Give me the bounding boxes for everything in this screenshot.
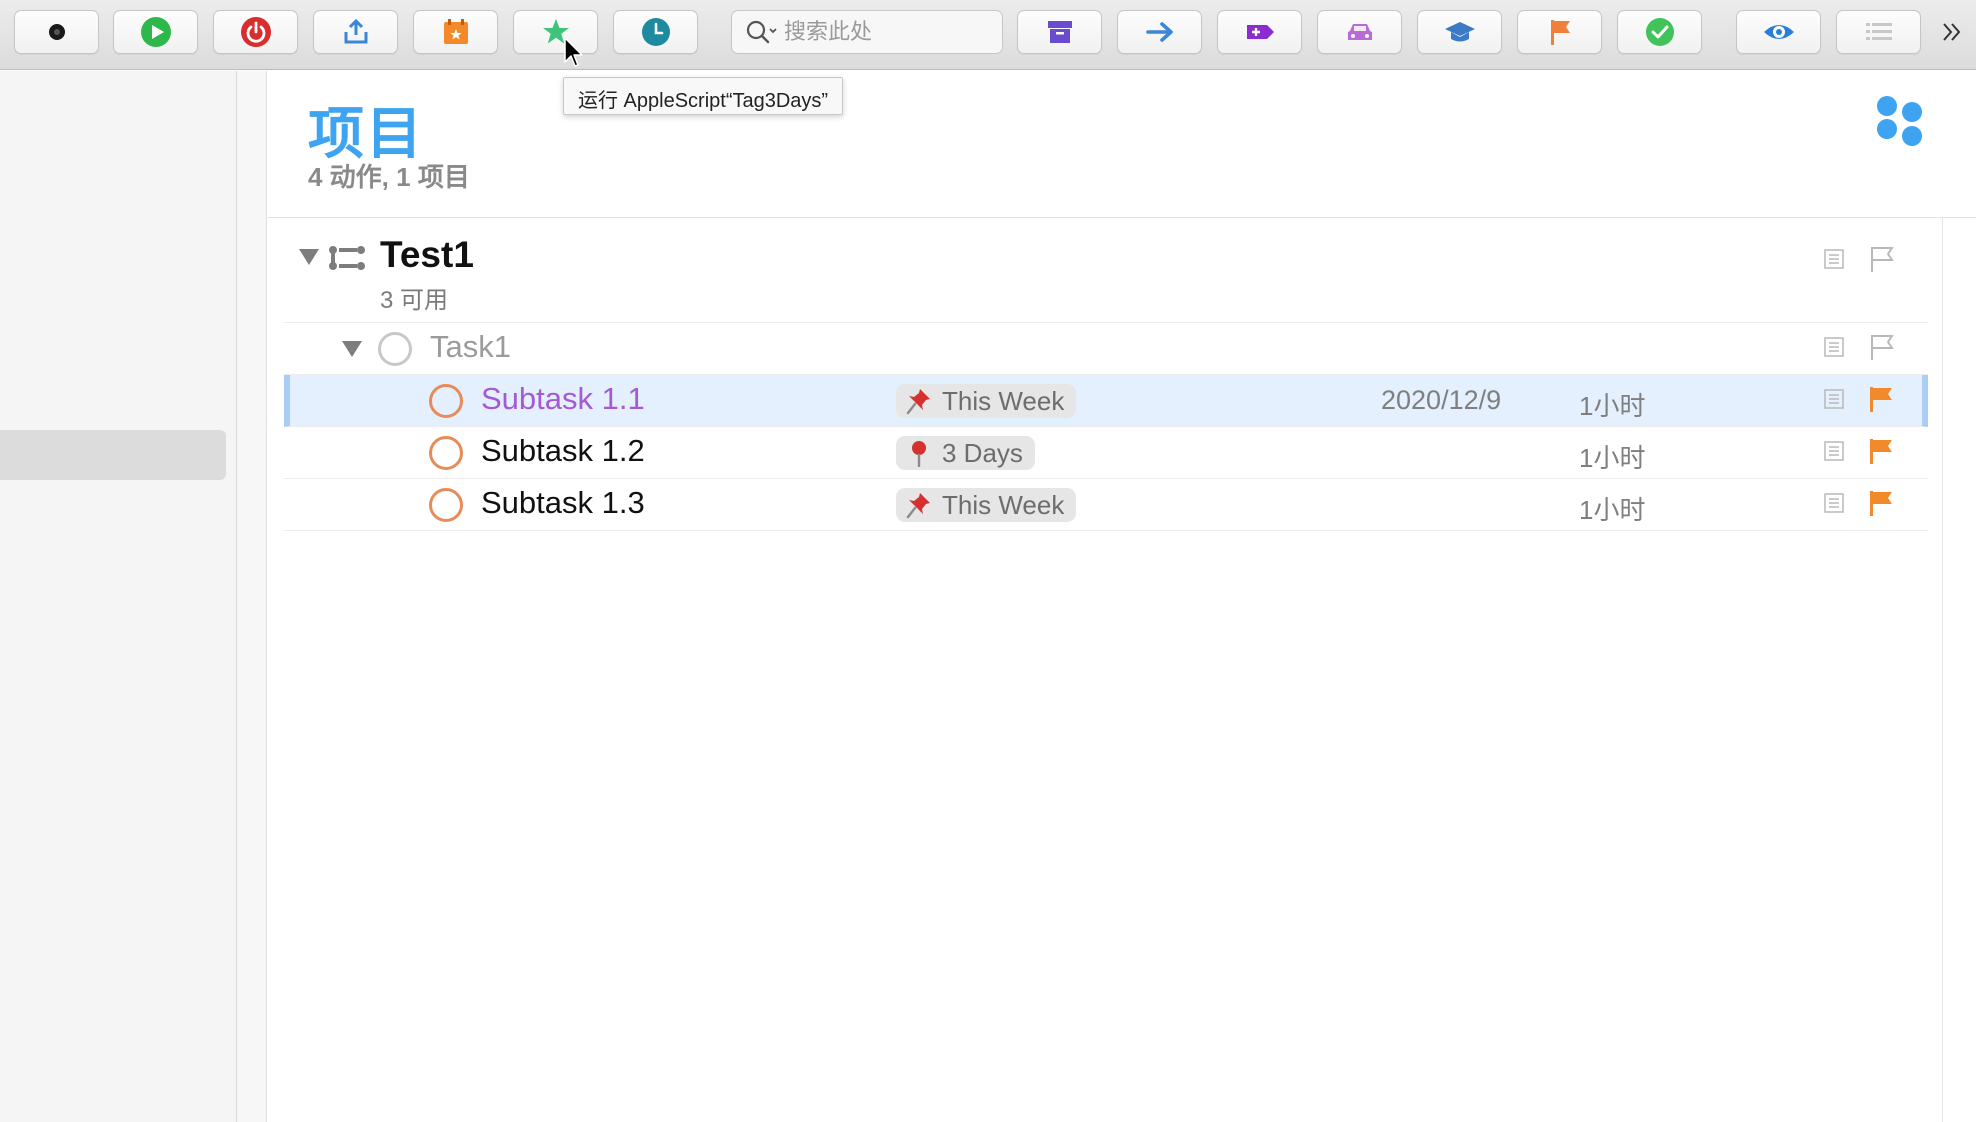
subtask-name[interactable]: Subtask 1.1 [481,381,645,417]
power-icon [240,17,271,47]
project-row[interactable]: Test1 3 可用 [284,218,1928,323]
estimated-duration[interactable]: 1小时 [1579,386,1645,423]
calendar-button[interactable] [413,10,498,54]
checkmark-icon [1645,18,1674,46]
double-chevron-right-icon [1943,23,1961,41]
calendar-icon [443,19,468,44]
note-icon[interactable] [1823,248,1845,270]
tag-label: This Week [942,489,1065,520]
disclosure-triangle-icon[interactable] [298,248,320,266]
outline-right-border [1942,218,1943,1122]
complete-button[interactable] [1617,10,1702,54]
page-subtitle: 4 动作, 1 项目 [308,162,470,192]
flag-icon [1550,20,1570,45]
estimated-duration[interactable]: 1小时 [1579,490,1645,527]
eye-icon [1763,25,1794,39]
power-button[interactable] [213,10,298,54]
tag-pill[interactable]: 3 Days [896,436,1035,470]
arrow-button[interactable] [1117,10,1202,54]
projects-perspective-icon [1877,96,1922,146]
note-icon[interactable] [1823,336,1845,358]
play-icon [140,17,171,47]
subtask-name[interactable]: Subtask 1.3 [481,485,645,521]
graduation-cap-icon [1444,22,1475,42]
subtask-checkbox[interactable] [429,384,463,418]
mouse-cursor-icon [564,37,583,67]
flag-button[interactable] [1517,10,1602,54]
tag-pill[interactable]: This Week [896,488,1077,522]
project-name[interactable]: Test1 [380,234,474,276]
estimated-duration[interactable]: 1小时 [1579,438,1645,475]
note-icon[interactable] [1823,388,1845,410]
view-button[interactable] [1736,10,1821,54]
clock-button[interactable] [613,10,698,54]
dot-icon [48,24,65,40]
subtask-checkbox[interactable] [429,436,463,470]
note-icon[interactable] [1823,492,1845,514]
task-checkbox[interactable] [378,332,412,366]
flag-outline-icon[interactable] [1868,245,1894,273]
disclosure-triangle-icon[interactable] [341,340,363,358]
list-button[interactable] [1836,10,1921,54]
flag-filled-icon[interactable] [1868,489,1894,517]
pushpin-icon [906,493,930,519]
task-name[interactable]: Task1 [430,329,511,365]
star-button[interactable] [513,10,598,54]
record-button[interactable] [14,10,99,54]
tag-button[interactable] [1217,10,1302,54]
toolbar-overflow-button[interactable] [1934,14,1970,50]
graduation-button[interactable] [1417,10,1502,54]
due-date[interactable]: 2020/12/9 [1381,385,1501,416]
archive-button[interactable] [1017,10,1102,54]
task-row[interactable]: Task1 [284,323,1928,375]
sidebar-selected-item[interactable] [0,430,226,480]
subtask-checkbox[interactable] [429,488,463,522]
note-icon[interactable] [1823,440,1845,462]
flag-outline-icon[interactable] [1868,333,1894,361]
arrow-right-icon [1145,22,1173,42]
search-field[interactable] [731,10,1003,54]
project-available-count: 3 可用 [380,287,449,314]
subtask-name[interactable]: Subtask 1.2 [481,433,645,469]
subtask-row[interactable]: Subtask 1.1 This Week 2020/12/9 1小时 [284,375,1928,427]
pushpin-icon [906,389,930,415]
subtask-row[interactable]: Subtask 1.3 This Week 1小时 [284,479,1928,531]
tooltip: 运行 AppleScript“Tag3Days” [563,77,844,115]
share-icon [344,18,367,44]
play-button[interactable] [113,10,198,54]
search-icon [746,20,777,44]
car-button[interactable] [1317,10,1402,54]
tag-label: 3 Days [942,437,1023,468]
tag-pill[interactable]: This Week [896,384,1077,418]
main-content: 项目 4 动作, 1 项目 Test1 3 可用 Task1 Subtask 1… [268,71,1976,1122]
search-input[interactable] [784,19,994,45]
tag-icon [1246,25,1274,39]
sidebar [0,71,237,1122]
share-button[interactable] [313,10,398,54]
subtask-row[interactable]: Subtask 1.2 3 Days 1小时 [284,427,1928,479]
car-icon [1347,24,1372,40]
sidebar-divider[interactable] [237,71,267,1122]
round-pin-icon [912,441,926,467]
list-icon [1865,23,1892,40]
clock-icon [641,18,670,46]
flag-filled-icon[interactable] [1868,385,1894,413]
toolbar [0,0,1976,70]
tag-label: This Week [942,385,1065,416]
flag-filled-icon[interactable] [1868,437,1894,465]
project-sequential-icon [329,246,365,270]
archive-icon [1047,21,1072,43]
